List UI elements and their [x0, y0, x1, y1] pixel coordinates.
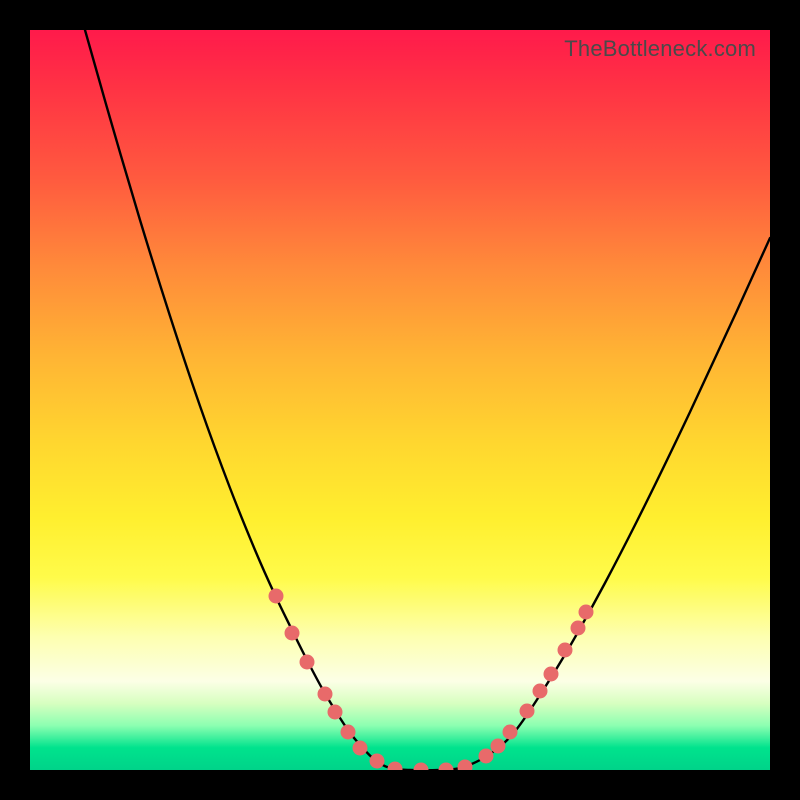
marker-dot	[318, 687, 333, 702]
marker-dot	[544, 667, 559, 682]
marker-dot	[300, 655, 315, 670]
marker-dot	[328, 705, 343, 720]
marker-dot	[503, 725, 518, 740]
marker-dot	[370, 754, 385, 769]
marker-dot	[353, 741, 368, 756]
marker-dot	[414, 763, 429, 771]
marker-dot	[491, 739, 506, 754]
curve-layer	[30, 30, 770, 770]
marker-dot	[579, 605, 594, 620]
marker-dot	[458, 760, 473, 771]
marker-dot	[520, 704, 535, 719]
chart-frame: TheBottleneck.com	[0, 0, 800, 800]
marker-dot	[285, 626, 300, 641]
marker-dot	[558, 643, 573, 658]
marker-dot	[269, 589, 284, 604]
bottleneck-curve-path	[85, 30, 770, 770]
marker-dot	[439, 763, 454, 771]
marker-dot	[533, 684, 548, 699]
marker-dot	[341, 725, 356, 740]
marker-dot	[571, 621, 586, 636]
marker-dot	[388, 762, 403, 771]
plot-area: TheBottleneck.com	[30, 30, 770, 770]
marker-dot	[479, 749, 494, 764]
